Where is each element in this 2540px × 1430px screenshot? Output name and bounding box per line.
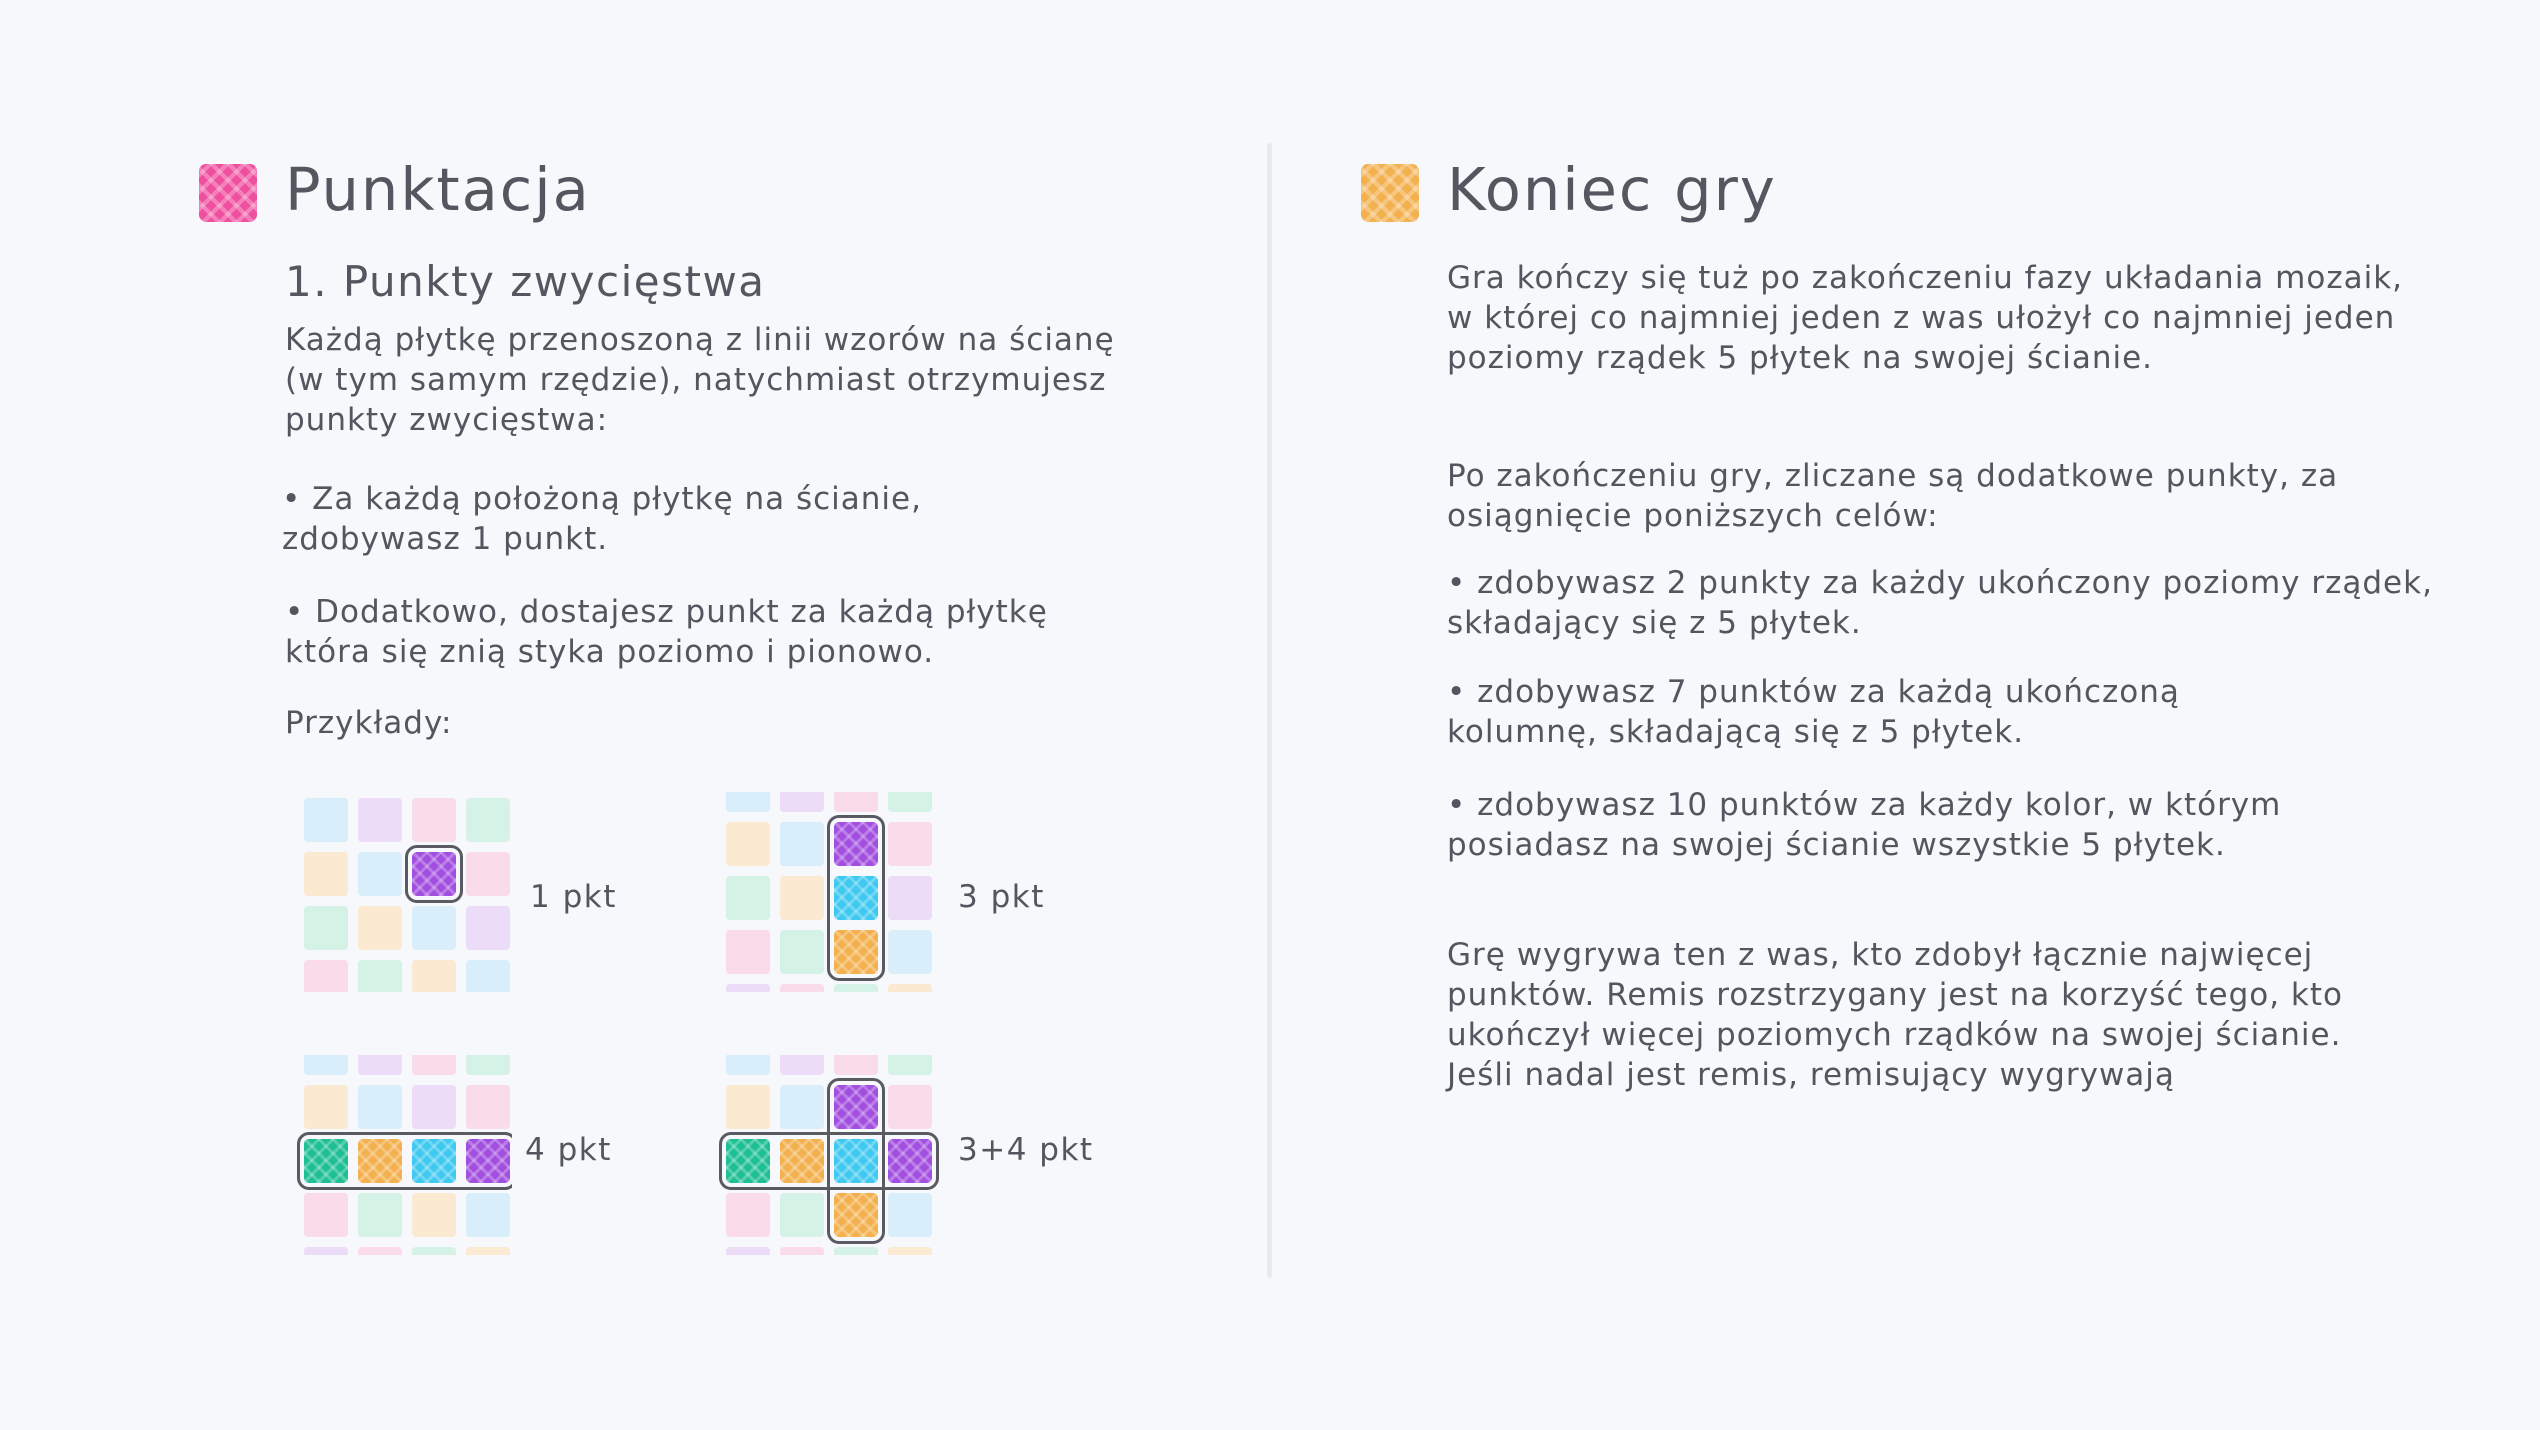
wall-cell bbox=[726, 1055, 770, 1075]
wall-cell bbox=[834, 984, 878, 992]
wall-cell bbox=[780, 792, 824, 812]
wall-cell bbox=[466, 1247, 510, 1255]
wall-cell bbox=[834, 1055, 878, 1075]
game-end-paragraph-3: Grę wygrywa ten z was, kto zdobył łączni… bbox=[1447, 937, 2344, 1093]
wall-cell bbox=[888, 1193, 932, 1237]
wall-cell bbox=[888, 822, 932, 866]
wall-cell bbox=[780, 876, 824, 920]
wall-cell bbox=[888, 984, 932, 992]
wall-cell bbox=[466, 1055, 510, 1075]
examples-label: Przykłady: bbox=[285, 705, 453, 741]
wall-cell bbox=[358, 1247, 402, 1255]
game-end-bullet-3: • zdobywasz 10 punktów za każdy kolor, w… bbox=[1447, 787, 2282, 863]
wall-cell bbox=[726, 930, 770, 974]
wall-cell bbox=[780, 1055, 824, 1075]
wall-cell bbox=[834, 1247, 878, 1255]
game-end-paragraph-2: Po zakończeniu gry, zliczane są dodatkow… bbox=[1447, 458, 2339, 534]
wall-cell bbox=[304, 906, 348, 950]
wall-cell bbox=[466, 1085, 510, 1129]
wall-cell bbox=[466, 906, 510, 950]
orange-tile-icon bbox=[1361, 164, 1419, 222]
wall-cell bbox=[888, 1055, 932, 1075]
wall-cell bbox=[358, 1055, 402, 1075]
section-title-scoring: Punktacja bbox=[285, 155, 591, 224]
wall-cell bbox=[726, 1193, 770, 1237]
example-3-points: 4 pkt bbox=[525, 1132, 612, 1168]
wall-cell bbox=[466, 960, 510, 992]
wall-cell bbox=[888, 930, 932, 974]
wall-cell bbox=[304, 1193, 348, 1237]
subsection-title-victory-points: 1. Punkty zwycięstwa bbox=[285, 257, 766, 306]
wall-cell bbox=[358, 960, 402, 992]
tile-group-outline bbox=[297, 1132, 512, 1190]
example-grid-3 bbox=[282, 1055, 512, 1255]
wall-cell bbox=[466, 1193, 510, 1237]
wall-cell bbox=[358, 798, 402, 842]
wall-cell bbox=[726, 822, 770, 866]
wall-cell bbox=[304, 1085, 348, 1129]
wall-cell bbox=[412, 1085, 456, 1129]
scoring-bullet-1: • Za każdą położoną płytkę na ścianie, z… bbox=[282, 481, 922, 557]
wall-cell bbox=[466, 852, 510, 896]
game-end-bullet-2: • zdobywasz 7 punktów za każdą ukończoną… bbox=[1447, 674, 2180, 750]
wall-cell bbox=[358, 852, 402, 896]
wall-cell bbox=[780, 1193, 824, 1237]
wall-cell bbox=[726, 876, 770, 920]
wall-cell bbox=[726, 792, 770, 812]
game-end-paragraph-1: Gra kończy się tuż po zakończeniu fazy u… bbox=[1447, 260, 2404, 376]
wall-cell bbox=[888, 876, 932, 920]
wall-cell bbox=[412, 960, 456, 992]
wall-cell bbox=[726, 1247, 770, 1255]
wall-cell bbox=[412, 1247, 456, 1255]
wall-cell bbox=[780, 1085, 824, 1129]
wall-cell bbox=[888, 792, 932, 812]
wall-cell bbox=[834, 792, 878, 812]
scoring-bullet-2: • Dodatkowo, dostajesz punkt za każdą pł… bbox=[285, 594, 1048, 670]
wall-cell bbox=[304, 1055, 348, 1075]
wall-cell bbox=[412, 1193, 456, 1237]
example-2-points: 3 pkt bbox=[958, 879, 1045, 915]
wall-cell bbox=[412, 1055, 456, 1075]
pink-tile-icon bbox=[199, 164, 257, 222]
wall-cell bbox=[304, 960, 348, 992]
column-divider bbox=[1267, 143, 1272, 1278]
wall-cell bbox=[780, 984, 824, 992]
wall-cell bbox=[888, 1085, 932, 1129]
wall-cell bbox=[726, 1085, 770, 1129]
wall-cell bbox=[780, 1247, 824, 1255]
wall-cell bbox=[780, 822, 824, 866]
wall-cell bbox=[358, 1085, 402, 1129]
wall-cell bbox=[304, 852, 348, 896]
tile-group-outline bbox=[827, 1078, 885, 1244]
wall-cell bbox=[412, 906, 456, 950]
wall-cell bbox=[304, 798, 348, 842]
wall-cell bbox=[466, 798, 510, 842]
wall-cell bbox=[780, 930, 824, 974]
tile-group-outline bbox=[405, 845, 463, 903]
example-4-points: 3+4 pkt bbox=[958, 1132, 1094, 1168]
scoring-intro: Każdą płytkę przenoszoną z linii wzorów … bbox=[285, 322, 1115, 438]
wall-cell bbox=[726, 984, 770, 992]
section-title-game-end: Koniec gry bbox=[1447, 155, 1777, 224]
example-grid-4 bbox=[715, 1055, 945, 1255]
wall-cell bbox=[412, 798, 456, 842]
wall-cell bbox=[304, 1247, 348, 1255]
wall-cell bbox=[358, 1193, 402, 1237]
example-grid-2 bbox=[715, 792, 945, 992]
example-1-points: 1 pkt bbox=[530, 879, 617, 915]
wall-cell bbox=[358, 906, 402, 950]
game-end-bullet-1: • zdobywasz 2 punkty za każdy ukończony … bbox=[1447, 565, 2433, 641]
wall-cell bbox=[888, 1247, 932, 1255]
example-grid-1 bbox=[282, 792, 512, 992]
tile-group-outline bbox=[827, 815, 885, 981]
